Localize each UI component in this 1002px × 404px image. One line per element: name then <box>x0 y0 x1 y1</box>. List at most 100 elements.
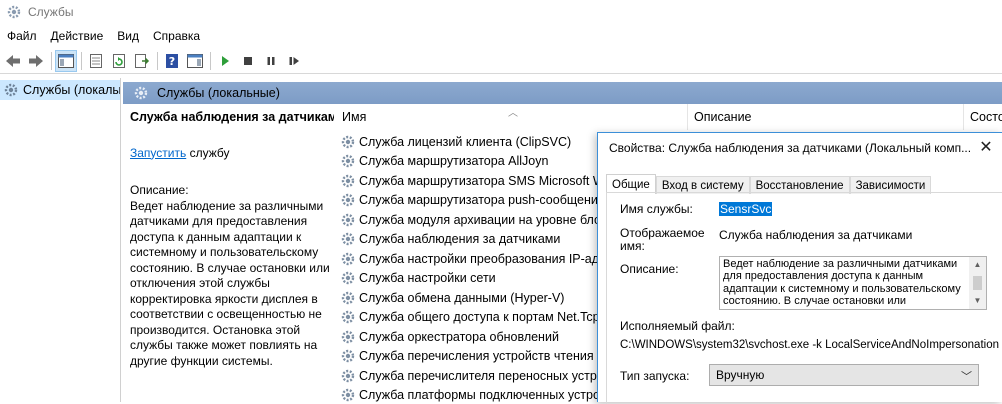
menu-file[interactable]: Файл <box>0 29 44 43</box>
menu-bar: Файл Действие Вид Справка <box>0 26 207 46</box>
service-name-value[interactable]: SensrSvc <box>719 202 773 216</box>
service-gear-icon <box>341 252 355 265</box>
panel-header-title: Службы (локальные) <box>157 86 280 100</box>
help-button[interactable]: ? <box>161 50 183 72</box>
scroll-down-icon: ▼ <box>973 295 982 305</box>
description-label: Описание: <box>130 183 189 197</box>
stop-service-button[interactable] <box>237 50 259 72</box>
description-field-text: Ведет наблюдение за различными датчиками… <box>723 258 961 307</box>
service-name: Служба наблюдения за датчиками <box>359 232 561 247</box>
menu-action[interactable]: Действие <box>44 29 111 43</box>
description-scrollbar[interactable]: ▲ ▼ <box>969 257 986 309</box>
column-header-label: Имя <box>342 110 367 124</box>
export-list-button[interactable] <box>131 50 153 72</box>
stop-icon <box>244 56 252 65</box>
extended-description-pane: Служба наблюдения за датчиками Запустить… <box>123 104 334 402</box>
selected-service-title: Служба наблюдения за датчиками <box>130 110 334 124</box>
column-header-status[interactable]: Состо <box>964 104 1002 130</box>
show-tree-button[interactable] <box>55 49 77 72</box>
pause-service-button[interactable] <box>260 50 282 72</box>
services-gear-icon <box>7 5 21 19</box>
service-name: Служба маршрутизатора push-сообщений <box>359 193 605 208</box>
display-name-label-line1: Отображаемое <box>620 226 705 240</box>
close-button[interactable]: ✕ <box>976 137 996 157</box>
service-name: Служба общего доступа к портам Net.Tcp <box>359 310 600 325</box>
service-name: Служба маршрутизатора SMS Microsoft Wi <box>359 173 608 188</box>
services-gear-icon <box>4 83 18 97</box>
column-header-name[interactable]: Имя <box>336 104 688 130</box>
startup-type-value: Вручную <box>716 368 765 382</box>
service-name: Служба оркестратора обновлений <box>359 329 559 344</box>
service-name: Служба перечислителя переносных устрой <box>359 368 611 383</box>
restart-icon <box>289 56 299 65</box>
close-icon: ✕ <box>979 139 993 156</box>
forward-button[interactable] <box>25 50 47 72</box>
service-name: Служба настройки преобразования IP-адре <box>359 251 613 266</box>
service-gear-icon <box>341 213 355 226</box>
chevron-down-icon: ﹀ <box>961 371 972 383</box>
service-name-text: SensrSvc <box>719 202 773 216</box>
service-gear-icon <box>341 272 355 285</box>
display-name-label-line2: имя: <box>620 239 645 253</box>
toolbar-separator <box>81 51 82 70</box>
toolbar-separator <box>51 51 52 70</box>
description-field-label: Описание: <box>620 262 679 276</box>
toolbar: ? <box>0 48 1002 74</box>
description-textbox[interactable]: Ведет наблюдение за различными датчиками… <box>719 256 987 310</box>
show-action-pane-button[interactable] <box>184 50 206 72</box>
service-name: Служба лицензий клиента (ClipSVC) <box>359 134 572 149</box>
executable-path: C:\WINDOWS\system32\svchost.exe -k Local… <box>620 339 999 351</box>
display-name-value[interactable]: Служба наблюдения за датчиками <box>719 228 912 242</box>
column-header-label: Состо <box>970 110 1002 124</box>
action-pane-icon <box>187 53 203 68</box>
arrow-left-icon <box>6 54 20 67</box>
column-header-description[interactable]: Описание <box>688 104 964 130</box>
menu-help[interactable]: Справка <box>146 29 207 43</box>
dialog-title: Свойства: Служба наблюдения за датчиками… <box>609 141 972 155</box>
service-gear-icon <box>341 233 355 246</box>
back-button[interactable] <box>2 50 24 72</box>
scroll-thumb[interactable] <box>973 276 982 290</box>
service-name-label: Имя службы: <box>620 202 693 216</box>
start-service-line: Запустить службу <box>130 146 334 162</box>
service-gear-icon <box>341 174 355 187</box>
toolbar-separator <box>210 51 211 70</box>
start-service-button[interactable] <box>214 50 236 72</box>
title-bar: Службы <box>0 0 1002 24</box>
tab-general[interactable]: Общие <box>606 174 656 194</box>
play-icon <box>222 55 229 66</box>
service-gear-icon <box>341 330 355 343</box>
refresh-button[interactable] <box>108 50 130 72</box>
service-gear-icon <box>341 194 355 207</box>
tree-item-label: Службы (локалы <box>23 83 120 97</box>
service-name: Служба платформы подключенных устрой <box>359 388 607 402</box>
startup-type-select[interactable]: Вручную ﹀ <box>709 364 979 386</box>
service-gear-icon <box>341 369 355 382</box>
service-name: Служба модуля архивации на уровне блоко <box>359 212 614 227</box>
services-gear-icon <box>134 86 148 100</box>
general-tab-body: Имя службы: SensrSvc Отображаемое имя: С… <box>606 192 1002 404</box>
startup-type-label: Тип запуска: <box>620 369 690 383</box>
service-gear-icon <box>341 135 355 148</box>
console-tree-icon <box>58 53 74 68</box>
console-tree: Службы (локалы <box>0 78 121 402</box>
service-name: Служба настройки сети <box>359 271 496 286</box>
properties-dialog: Свойства: Служба наблюдения за датчиками… <box>597 132 1002 404</box>
properties-list-button[interactable] <box>85 50 107 72</box>
tree-item-services-local[interactable]: Службы (локалы <box>0 80 120 100</box>
refresh-icon <box>113 53 125 68</box>
panel-header: Службы (локальные) <box>123 82 1002 104</box>
svg-text:?: ? <box>169 55 175 68</box>
start-service-link[interactable]: Запустить <box>130 146 186 160</box>
service-gear-icon <box>341 389 355 402</box>
toolbar-separator <box>157 51 158 70</box>
list-icon <box>90 53 102 68</box>
service-name: Служба перечисления устройств чтения см <box>359 349 612 364</box>
export-icon <box>135 53 150 68</box>
service-gear-icon <box>341 350 355 363</box>
restart-service-button[interactable] <box>283 50 305 72</box>
menu-view[interactable]: Вид <box>110 29 146 43</box>
service-gear-icon <box>341 291 355 304</box>
help-icon: ? <box>166 53 178 68</box>
window-title: Службы <box>28 5 74 19</box>
